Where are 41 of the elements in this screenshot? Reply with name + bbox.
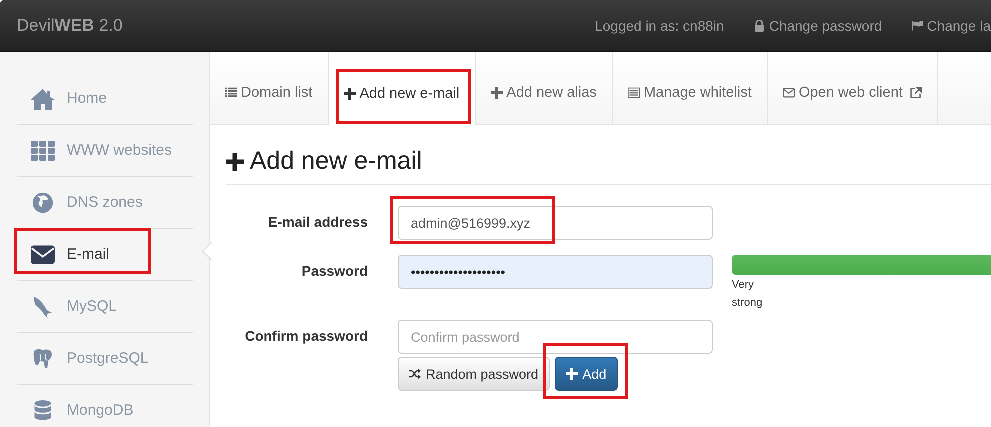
sidebar-item[interactable]: PostgreSQL bbox=[17, 333, 193, 385]
globe-icon bbox=[31, 192, 55, 214]
flag-icon bbox=[912, 20, 924, 32]
random-password-button[interactable]: Random password bbox=[398, 357, 550, 391]
tab[interactable]: Open web client bbox=[768, 52, 938, 124]
external-link-icon bbox=[910, 87, 922, 99]
field-label: Confirm password bbox=[244, 327, 368, 344]
plus-icon bbox=[226, 152, 244, 170]
header-link[interactable]: Change password bbox=[754, 18, 882, 34]
grid-icon bbox=[31, 140, 55, 162]
add-button[interactable]: Add bbox=[554, 357, 618, 391]
elephant-icon bbox=[31, 348, 55, 370]
tab[interactable]: Add new e-mail bbox=[328, 52, 476, 125]
plus-icon bbox=[490, 87, 503, 99]
tab[interactable]: Add new alias bbox=[476, 52, 613, 124]
envelope-icon bbox=[31, 244, 55, 266]
envelope-icon bbox=[782, 87, 795, 99]
input-field[interactable]: admin@516999.xyz bbox=[398, 206, 713, 240]
list-icon bbox=[225, 87, 237, 99]
input-field[interactable]: •••••••••••••••••••• bbox=[398, 255, 713, 289]
sidebar-item[interactable]: DNS zones bbox=[17, 177, 193, 229]
field-label: E-mail address bbox=[267, 213, 368, 230]
sidebar-item[interactable]: Home bbox=[17, 73, 193, 125]
sidebar-item[interactable]: MongoDB bbox=[17, 385, 193, 427]
logged-in-text: Logged in as: cn88in bbox=[595, 18, 724, 34]
sidebar-item[interactable]: E-mail bbox=[17, 229, 193, 281]
heading-text: Add new e-mail bbox=[250, 147, 422, 176]
header-link[interactable]: Change la bbox=[912, 18, 991, 34]
lock-icon bbox=[754, 20, 766, 32]
list-card-icon bbox=[628, 87, 640, 99]
tab[interactable]: Manage whitelist bbox=[612, 52, 768, 124]
brand-title[interactable]: DevilWEB 2.0 bbox=[17, 16, 123, 36]
plus-icon bbox=[566, 368, 578, 380]
sidebar-item[interactable]: MySQL bbox=[17, 281, 193, 333]
field-label: Password bbox=[300, 262, 368, 279]
strength-text: Very strong bbox=[732, 278, 764, 311]
input-field[interactable]: Confirm password bbox=[398, 320, 713, 354]
sidebar-item[interactable]: WWW websites bbox=[17, 125, 193, 177]
shuffle-icon bbox=[409, 368, 421, 380]
home-icon bbox=[31, 88, 55, 110]
plus-icon bbox=[344, 88, 356, 100]
